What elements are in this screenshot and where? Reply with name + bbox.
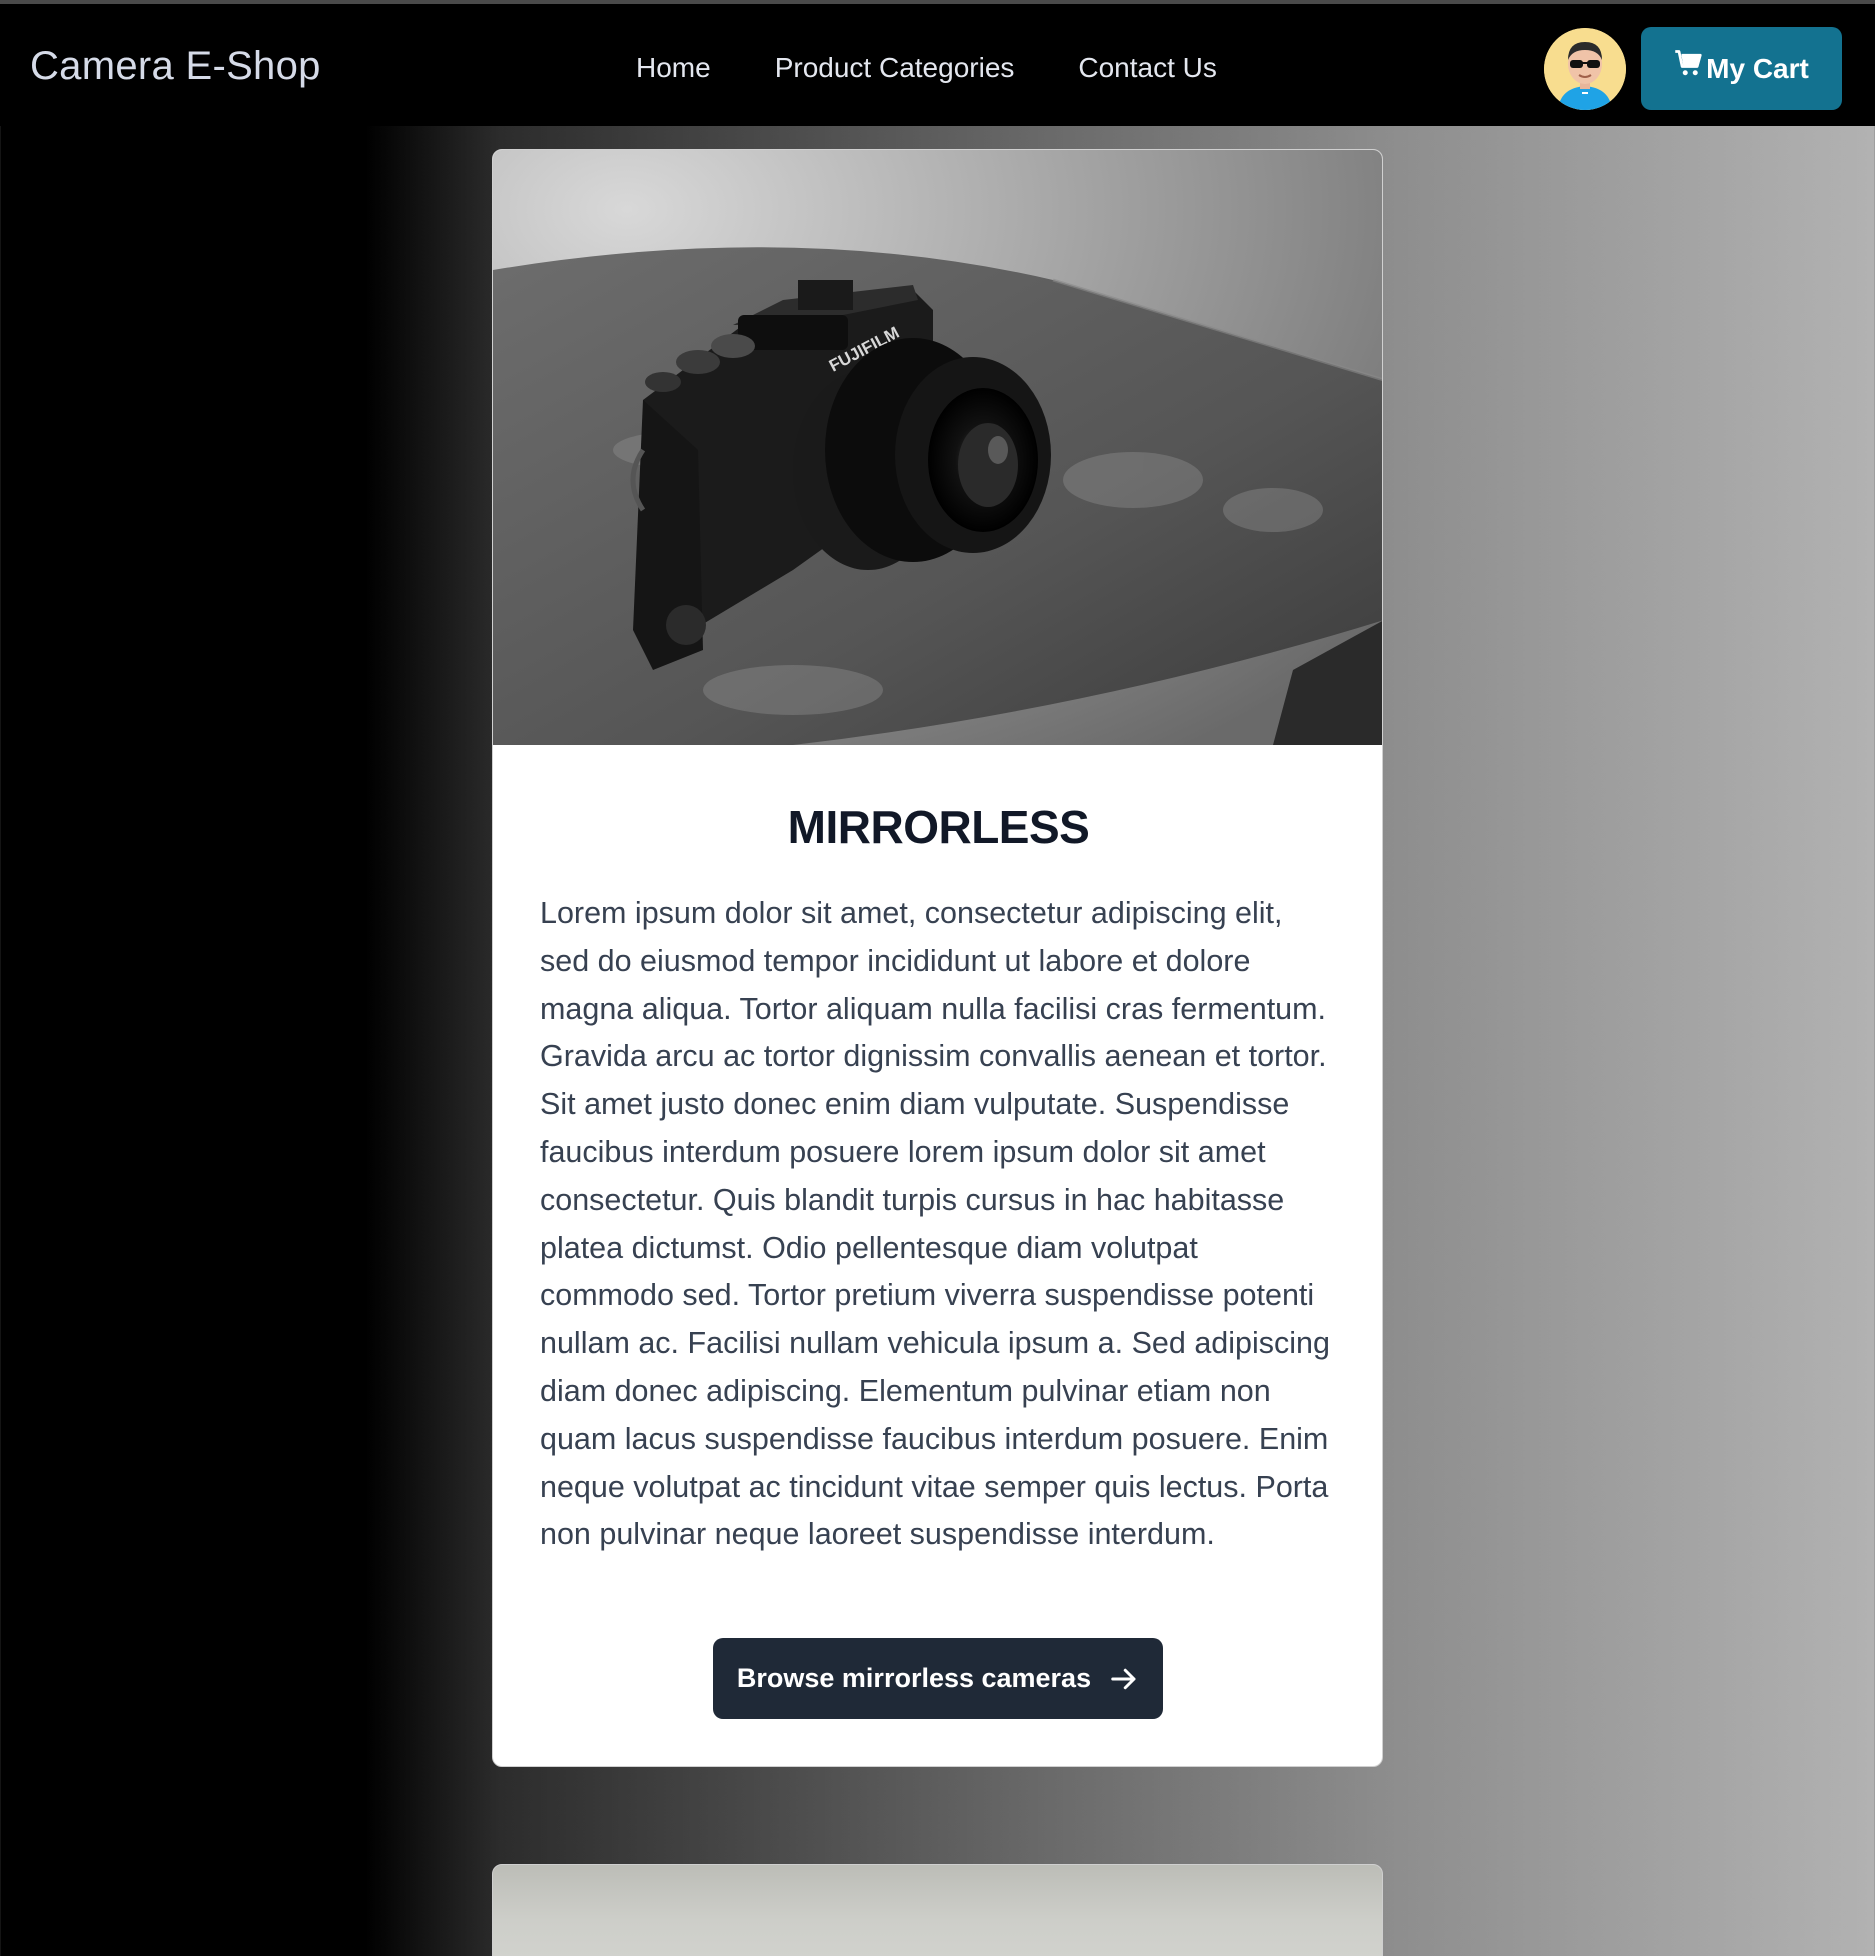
brand-logo[interactable]: Camera E-Shop: [30, 44, 321, 89]
nav-product-categories[interactable]: Product Categories: [775, 52, 1015, 84]
category-title: MIRRORLESS: [787, 801, 1090, 853]
shopping-cart-icon: [1675, 49, 1702, 75]
nav-contact-us[interactable]: Contact Us: [1078, 52, 1217, 84]
category-description: Lorem ipsum dolor sit amet, consectetur …: [540, 896, 1330, 1552]
user-avatar-icon[interactable]: [1544, 28, 1626, 110]
browse-mirrorless-button[interactable]: Browse mirrorless cameras: [713, 1638, 1163, 1719]
category-card-mirrorless: FUJIFILM MIRRORLESS Lorem ipsum dolor si…: [492, 149, 1383, 1767]
top-navbar: Camera E-Shop Home Product Categories Co…: [0, 0, 1875, 126]
main-nav: Home Product Categories Contact Us: [636, 52, 1217, 84]
arrow-right-icon: [1111, 1668, 1136, 1689]
mirrorless-camera-image: FUJIFILM: [493, 150, 1382, 745]
nav-home[interactable]: Home: [636, 52, 711, 84]
my-cart-button[interactable]: My Cart: [1641, 27, 1842, 110]
my-cart-label: My Cart: [1706, 52, 1809, 84]
browse-button-label: Browse mirrorless cameras: [736, 1663, 1092, 1693]
category-card-next: [492, 1864, 1383, 1956]
